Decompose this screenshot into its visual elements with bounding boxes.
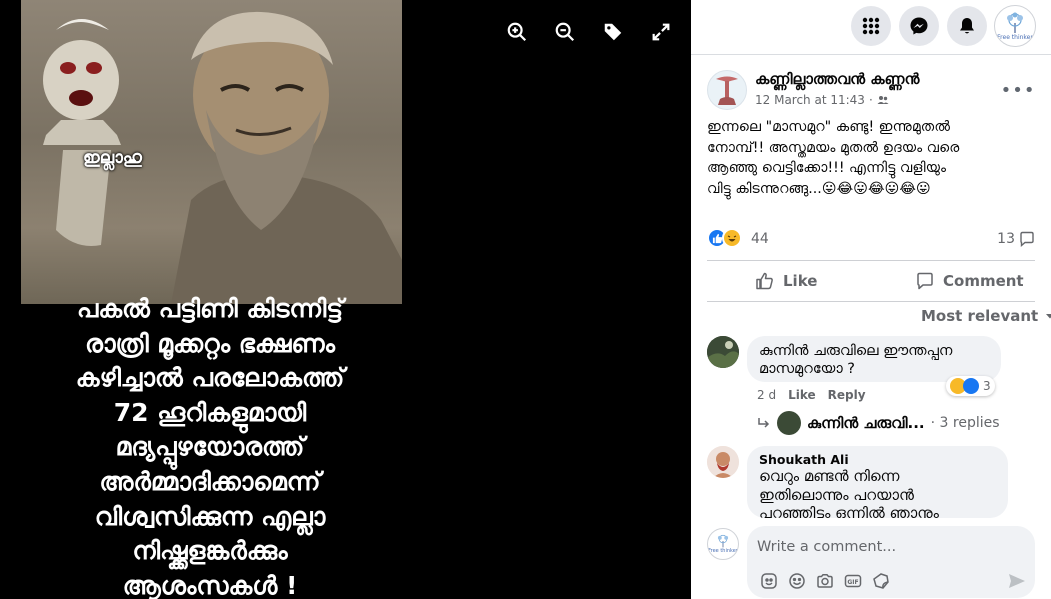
reply-count[interactable]: · 3 replies [931,415,1000,431]
tree-logo-icon [1007,12,1023,33]
notifications-bell-icon[interactable] [947,6,987,46]
post-more-options-button[interactable]: ••• [1001,78,1035,102]
comment-sort-label: Most relevant [921,307,1039,325]
comment-reactions[interactable]: 3 [946,376,995,396]
photo-caption: പകൽ പട്ടിണി കിടന്നിട്ട് രാത്രി മൂക്കറ്റം… [75,294,345,599]
reply-arrow-icon [758,418,770,428]
like-button-label: Like [783,272,818,290]
friends-icon [877,96,889,104]
landscape-avatar-icon [707,336,739,368]
emoji-icon[interactable] [787,572,807,590]
comment-bubble: Shoukath Ali വെറും മണ്ടൻ നിന്നെ ഇതിലൊന്ന… [747,446,1008,518]
sticker-face-icon[interactable] [759,572,779,590]
camera-icon[interactable] [815,572,835,590]
post-timestamp[interactable]: 12 March at 11:43 [755,93,865,107]
like-button[interactable]: Like [755,261,817,301]
fullscreen-icon[interactable] [647,18,675,46]
author-name[interactable]: കണ്ണില്ലാത്തവൻ കണ്ണൻ [755,70,919,88]
comment-bubble-icon [1020,231,1034,247]
profile-avatar[interactable]: Free thinker [994,5,1036,47]
comment-icon [917,272,933,290]
reply-author-name[interactable]: കുന്നിൻ ചരുവി... [807,414,925,432]
reactions-summary: 44 13 [707,228,1037,250]
thumbs-up-icon [756,272,773,290]
tag-icon[interactable] [599,18,627,46]
comment-sort-dropdown[interactable]: Most relevant [921,307,1051,325]
sticker-icon[interactable] [871,572,891,590]
author-avatar[interactable] [707,70,747,110]
haha-reaction-icon [722,228,742,248]
comment-input[interactable] [757,536,1017,558]
commenter-avatar[interactable] [707,336,739,368]
comment-count[interactable]: 13 [997,231,1035,247]
comment-reaction-count: 3 [983,379,991,393]
comment-text: കുന്നിൻ ചരുവിലെ ഈന്തപ്പന മാസമുറയോ ? [759,343,953,377]
photo-viewer: ഇല്ലാഹു പകൽ പട്ടിണി കിടന്നിട്ട് രാത്രി മ… [0,0,691,599]
post-photo: ഇല്ലാഹു [21,0,402,304]
zoom-in-icon[interactable] [503,18,531,46]
gif-icon[interactable]: GIF [843,572,863,590]
post-panel: Free thinker കണ്ണില്ലാത്തവൻ കണ്ണൻ 12 Mar… [691,0,1051,599]
top-bar: Free thinker [691,0,1051,55]
photo-illustration [43,11,402,304]
profile-avatar-label: Free thinker [997,33,1033,41]
comment-button-label: Comment [943,272,1024,290]
comment-meta: 2 d Like Reply [757,388,866,402]
reaction-icons[interactable] [707,228,742,248]
person-avatar-icon [707,446,739,478]
messenger-icon[interactable] [899,6,939,46]
comment-count-value: 13 [997,231,1015,247]
post-text: ഇന്നലെ "മാസമുറ" കണ്ടു! ഇന്നുമുതൽ നോമ്പ്!… [707,119,960,197]
comment-text: വെറും മണ്ടൻ നിന്നെ ഇതിലൊന്നും പറയാൻ പറഞ്… [759,467,939,518]
post-meta: 12 March at 11:43 · [755,93,889,107]
comment-reply-button[interactable]: Reply [828,388,866,402]
composer-avatar-label: Free thinker [708,548,738,554]
like-reaction-icon [963,378,979,394]
post-header: കണ്ണില്ലാത്തവൻ കണ്ണൻ 12 March at 11:43 ·… [707,70,1037,114]
zoom-out-icon[interactable] [551,18,579,46]
chevron-down-icon [1046,314,1051,319]
commenter-name[interactable]: Shoukath Ali [759,452,996,467]
send-icon[interactable] [1005,570,1029,592]
composer-avatar[interactable]: Free thinker [707,528,739,560]
post-actions: Like Comment [707,260,1035,302]
composer-box: GIF [747,526,1035,598]
menu-grid-icon[interactable] [851,6,891,46]
comment-button[interactable]: Comment [915,261,1024,301]
svg-text:GIF: GIF [847,579,858,586]
reaction-count[interactable]: 44 [751,231,769,247]
reply-author-avatar [777,411,801,435]
tree-logo-icon [717,534,729,548]
comment-like-button[interactable]: Like [788,388,816,402]
comment-time[interactable]: 2 d [757,388,776,402]
photo-overlay-text: ഇല്ലാഹു [83,148,142,168]
author-avatar-figure-icon [716,76,738,105]
comment-composer: Free thinker GIF [691,522,1051,599]
view-replies[interactable]: കുന്നിൻ ചരുവി... · 3 replies [757,410,1047,436]
commenter-avatar[interactable] [707,446,739,478]
